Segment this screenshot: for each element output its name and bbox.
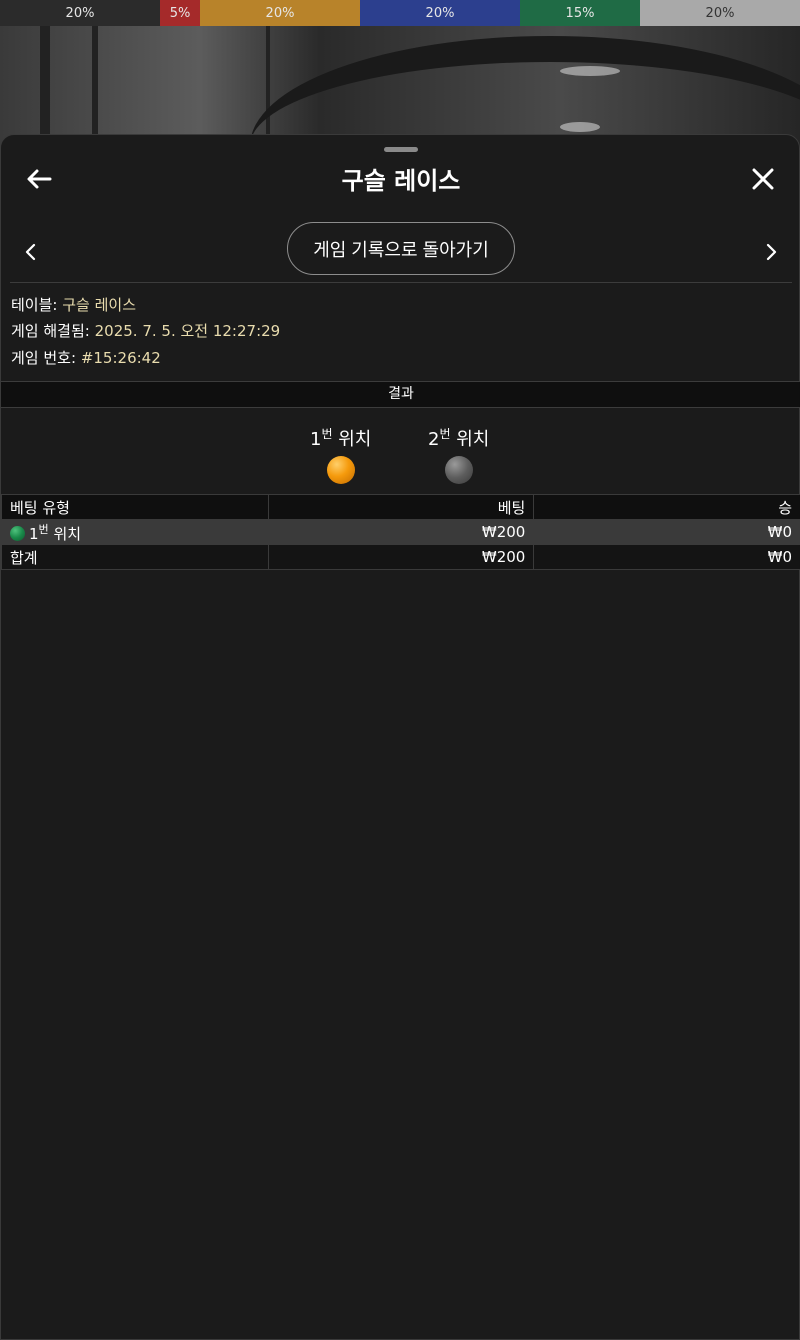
- info-game-number-value: #15:26:42: [80, 349, 161, 367]
- chip-icon: [10, 525, 25, 541]
- column-header-bet: 베팅: [267, 494, 535, 520]
- info-game-number-label: 게임 번호:: [11, 349, 77, 367]
- table-header-row: 베팅 유형 베팅 승: [1, 494, 800, 520]
- info-game-number: 게임 번호: #15:26:42: [11, 347, 161, 368]
- percent-segment: 5%: [160, 0, 200, 26]
- info-resolved-label: 게임 해결됨:: [11, 322, 90, 340]
- bets-table: 베팅 유형 베팅 승 1번 위치 ₩200 ₩0 합계 ₩200 ₩0: [1, 494, 800, 570]
- close-icon: [752, 168, 774, 190]
- table-row: 1번 위치 ₩200 ₩0: [1, 519, 800, 545]
- percent-segment: 15%: [520, 0, 640, 26]
- close-button[interactable]: [743, 161, 783, 197]
- column-header-bet-type: 베팅 유형: [1, 494, 269, 520]
- column-header-win: 승: [533, 494, 800, 520]
- percent-segment: 20%: [360, 0, 520, 26]
- chevron-right-icon: [766, 243, 777, 261]
- percent-segment: 20%: [200, 0, 360, 26]
- bet-amount-cell: ₩200: [267, 519, 535, 545]
- bet-type-cell: 1번 위치: [1, 519, 269, 545]
- bet-percentage-bar: 20% 5% 20% 20% 15% 20%: [0, 0, 800, 26]
- sheet-grabber-handle[interactable]: [384, 147, 418, 152]
- total-bet-cell: ₩200: [267, 544, 535, 570]
- result-position-2-label: 2번 위치: [428, 427, 490, 450]
- result-position-2-ball: [445, 456, 473, 484]
- next-game-button[interactable]: [757, 237, 787, 267]
- game-details-sheet: 구슬 레이스 게임 기록으로 돌아가기 테이블: 구슬 레이스 게임 해결됨: …: [0, 134, 800, 1340]
- percent-segment: 20%: [640, 0, 800, 26]
- previous-game-button[interactable]: [15, 237, 45, 267]
- result-position-1-ball: [327, 456, 355, 484]
- percent-segment: 20%: [0, 0, 160, 26]
- result-section-header: 결과: [1, 381, 800, 408]
- chevron-left-icon: [25, 243, 36, 261]
- total-label-cell: 합계: [1, 544, 269, 570]
- info-table-label: 테이블:: [11, 296, 58, 314]
- back-to-history-button[interactable]: 게임 기록으로 돌아가기: [287, 222, 515, 275]
- info-table-value: 구슬 레이스: [62, 296, 137, 314]
- info-resolved: 게임 해결됨: 2025. 7. 5. 오전 12:27:29: [11, 320, 280, 341]
- win-amount-cell: ₩0: [533, 519, 800, 545]
- result-position-1-label: 1번 위치: [310, 427, 372, 450]
- table-total-row: 합계 ₩200 ₩0: [1, 544, 800, 570]
- info-table: 테이블: 구슬 레이스: [11, 294, 136, 315]
- divider: [10, 282, 792, 283]
- total-win-cell: ₩0: [533, 544, 800, 570]
- info-resolved-value: 2025. 7. 5. 오전 12:27:29: [94, 322, 281, 340]
- page-title: 구슬 레이스: [341, 167, 461, 195]
